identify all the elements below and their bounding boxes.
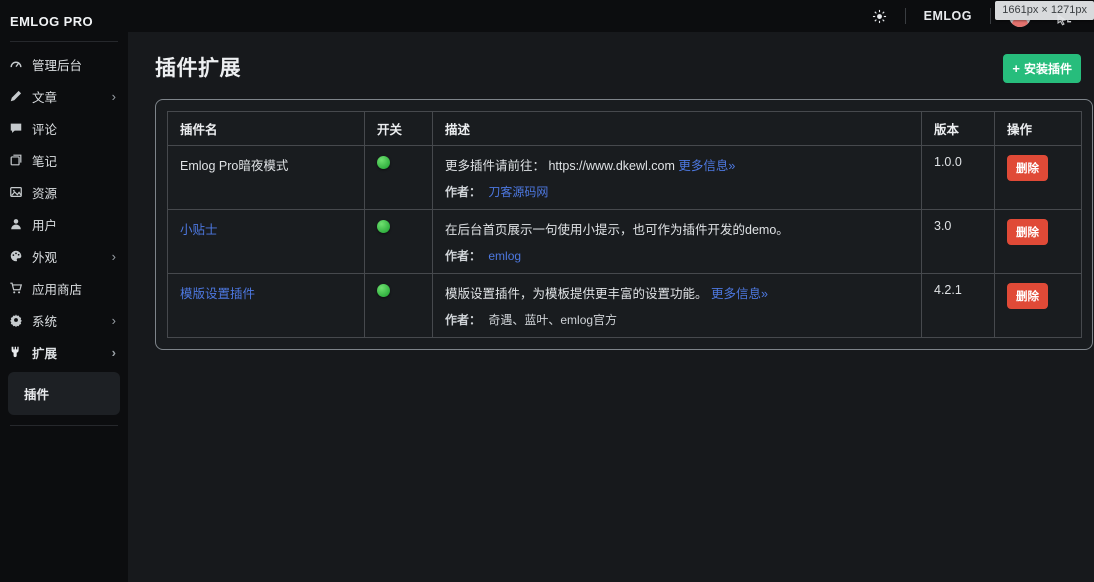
app-logo: EMLOG PRO — [0, 6, 128, 41]
chevron-right-icon: › — [112, 346, 120, 359]
page-title: 插件扩展 — [155, 52, 241, 82]
plugin-version: 4.2.1 — [934, 283, 962, 297]
chevron-right-icon: › — [112, 90, 120, 103]
dashboard-icon — [9, 57, 23, 71]
sidebar-item-label: 系统 — [32, 311, 57, 330]
table-row: 小贴士 在后台首页展示一句使用小提示，也可作为插件开发的demo。 作者： em… — [168, 210, 1082, 274]
sidebar-item-comments[interactable]: 评论 — [0, 112, 128, 144]
plugin-enabled-toggle-icon[interactable] — [377, 284, 390, 297]
plugin-enabled-toggle-icon[interactable] — [377, 220, 390, 233]
plugin-author-line: 作者： 刀客源码网 — [445, 183, 909, 200]
col-header-switch: 开关 — [365, 112, 433, 146]
install-plugin-label: 安装插件 — [1024, 60, 1072, 77]
page-header: 插件扩展 + 安装插件 — [155, 52, 1081, 83]
sidebar-item-label: 笔记 — [32, 151, 57, 170]
delete-plugin-button[interactable]: 删除 — [1007, 283, 1048, 309]
topbar: EMLOG — [128, 0, 1094, 32]
sidebar-item-label: 评论 — [32, 119, 57, 138]
plugin-version: 3.0 — [934, 219, 951, 233]
plugin-name-link[interactable]: 小贴士 — [180, 223, 218, 237]
plugin-enabled-toggle-icon[interactable] — [377, 156, 390, 169]
sidebar-subitem-plugins[interactable]: 插件 — [8, 372, 120, 415]
pencil-icon — [9, 89, 23, 103]
chevron-right-icon: › — [112, 314, 120, 327]
author-label: 作者： — [445, 249, 481, 263]
sidebar-item-notes[interactable]: 笔记 — [0, 144, 128, 176]
palette-icon — [9, 249, 23, 263]
sidebar-item-label: 用户 — [32, 215, 57, 234]
plug-icon — [9, 345, 23, 359]
chevron-right-icon: › — [112, 250, 120, 263]
note-icon — [9, 153, 23, 167]
sidebar-item-resources[interactable]: 资源 — [0, 176, 128, 208]
plus-icon: + — [1012, 62, 1020, 75]
sidebar-divider-bottom — [10, 425, 118, 426]
delete-plugin-button[interactable]: 删除 — [1007, 155, 1048, 181]
theme-toggle-sun-icon[interactable] — [872, 9, 887, 24]
col-header-plugin-name: 插件名 — [168, 112, 365, 146]
main-region: EMLOG 插件扩展 + 安装插件 — [128, 0, 1094, 582]
plugin-author-line: 作者： 奇遇、蓝叶、emlog官方 — [445, 311, 909, 328]
plugin-table-card: 插件名 开关 描述 版本 操作 Emlog Pro暗夜模式 — [155, 99, 1093, 350]
content-area: 插件扩展 + 安装插件 插件名 开关 描述 版 — [128, 32, 1094, 582]
author-link[interactable]: emlog — [488, 249, 521, 263]
sidebar-divider-top — [10, 41, 118, 42]
plugin-table: 插件名 开关 描述 版本 操作 Emlog Pro暗夜模式 — [167, 111, 1082, 338]
sidebar-item-app-store[interactable]: 应用商店 — [0, 272, 128, 304]
sidebar-item-appearance[interactable]: 外观 › — [0, 240, 128, 272]
plugin-description: 模版设置插件，为模板提供更丰富的设置功能。 更多信息» — [445, 283, 909, 302]
table-row: 模版设置插件 模版设置插件，为模板提供更丰富的设置功能。 更多信息» 作者： 奇… — [168, 274, 1082, 338]
plugin-author-line: 作者： emlog — [445, 247, 909, 264]
more-info-link[interactable]: 更多信息» — [711, 287, 768, 301]
plugin-description: 在后台首页展示一句使用小提示，也可作为插件开发的demo。 — [445, 219, 909, 238]
col-header-version: 版本 — [922, 112, 995, 146]
comment-icon — [9, 121, 23, 135]
sidebar-item-label: 外观 — [32, 247, 57, 266]
topbar-separator — [905, 8, 906, 24]
author-label: 作者： — [445, 313, 481, 327]
sidebar-item-articles[interactable]: 文章 › — [0, 80, 128, 112]
sidebar-item-label: 应用商店 — [32, 279, 82, 298]
col-header-operation: 操作 — [995, 112, 1082, 146]
mouse-cursor-icon — [1056, 13, 1068, 31]
sidebar-item-label: 管理后台 — [32, 55, 82, 74]
plugin-name: Emlog Pro暗夜模式 — [180, 159, 288, 173]
sidebar-item-users[interactable]: 用户 — [0, 208, 128, 240]
sidebar: EMLOG PRO 管理后台 文章 › 评论 笔记 — [0, 0, 128, 582]
sidebar-item-label: 文章 — [32, 87, 57, 106]
capture-size-badge: 1661px × 1271px — [995, 1, 1094, 20]
author-link[interactable]: 刀客源码网 — [488, 185, 548, 199]
sidebar-item-label: 资源 — [32, 183, 57, 202]
plugin-version: 1.0.0 — [934, 155, 962, 169]
col-header-description: 描述 — [433, 112, 922, 146]
topbar-separator — [990, 8, 991, 24]
gear-icon — [9, 313, 23, 327]
sidebar-item-extensions[interactable]: 扩展 › — [0, 336, 128, 368]
author-label: 作者： — [445, 185, 481, 199]
delete-plugin-button[interactable]: 删除 — [1007, 219, 1048, 245]
site-home-link[interactable]: EMLOG — [924, 9, 972, 23]
sidebar-item-dashboard[interactable]: 管理后台 — [0, 48, 128, 80]
more-info-link[interactable]: 更多信息» — [678, 159, 735, 173]
image-icon — [9, 185, 23, 199]
table-row: Emlog Pro暗夜模式 更多插件请前往： https://www.dkewl… — [168, 146, 1082, 210]
table-header-row: 插件名 开关 描述 版本 操作 — [168, 112, 1082, 146]
plugin-description: 更多插件请前往： https://www.dkewl.com 更多信息» — [445, 155, 909, 174]
install-plugin-button[interactable]: + 安装插件 — [1003, 54, 1081, 83]
app-window: EMLOG PRO 管理后台 文章 › 评论 笔记 — [0, 0, 1094, 582]
author-text: 奇遇、蓝叶、emlog官方 — [488, 313, 617, 327]
sidebar-item-system[interactable]: 系统 › — [0, 304, 128, 336]
user-icon — [9, 217, 23, 231]
plugin-name-link[interactable]: 模版设置插件 — [180, 287, 255, 301]
cart-icon — [9, 281, 23, 295]
sidebar-item-label: 扩展 — [32, 343, 57, 362]
